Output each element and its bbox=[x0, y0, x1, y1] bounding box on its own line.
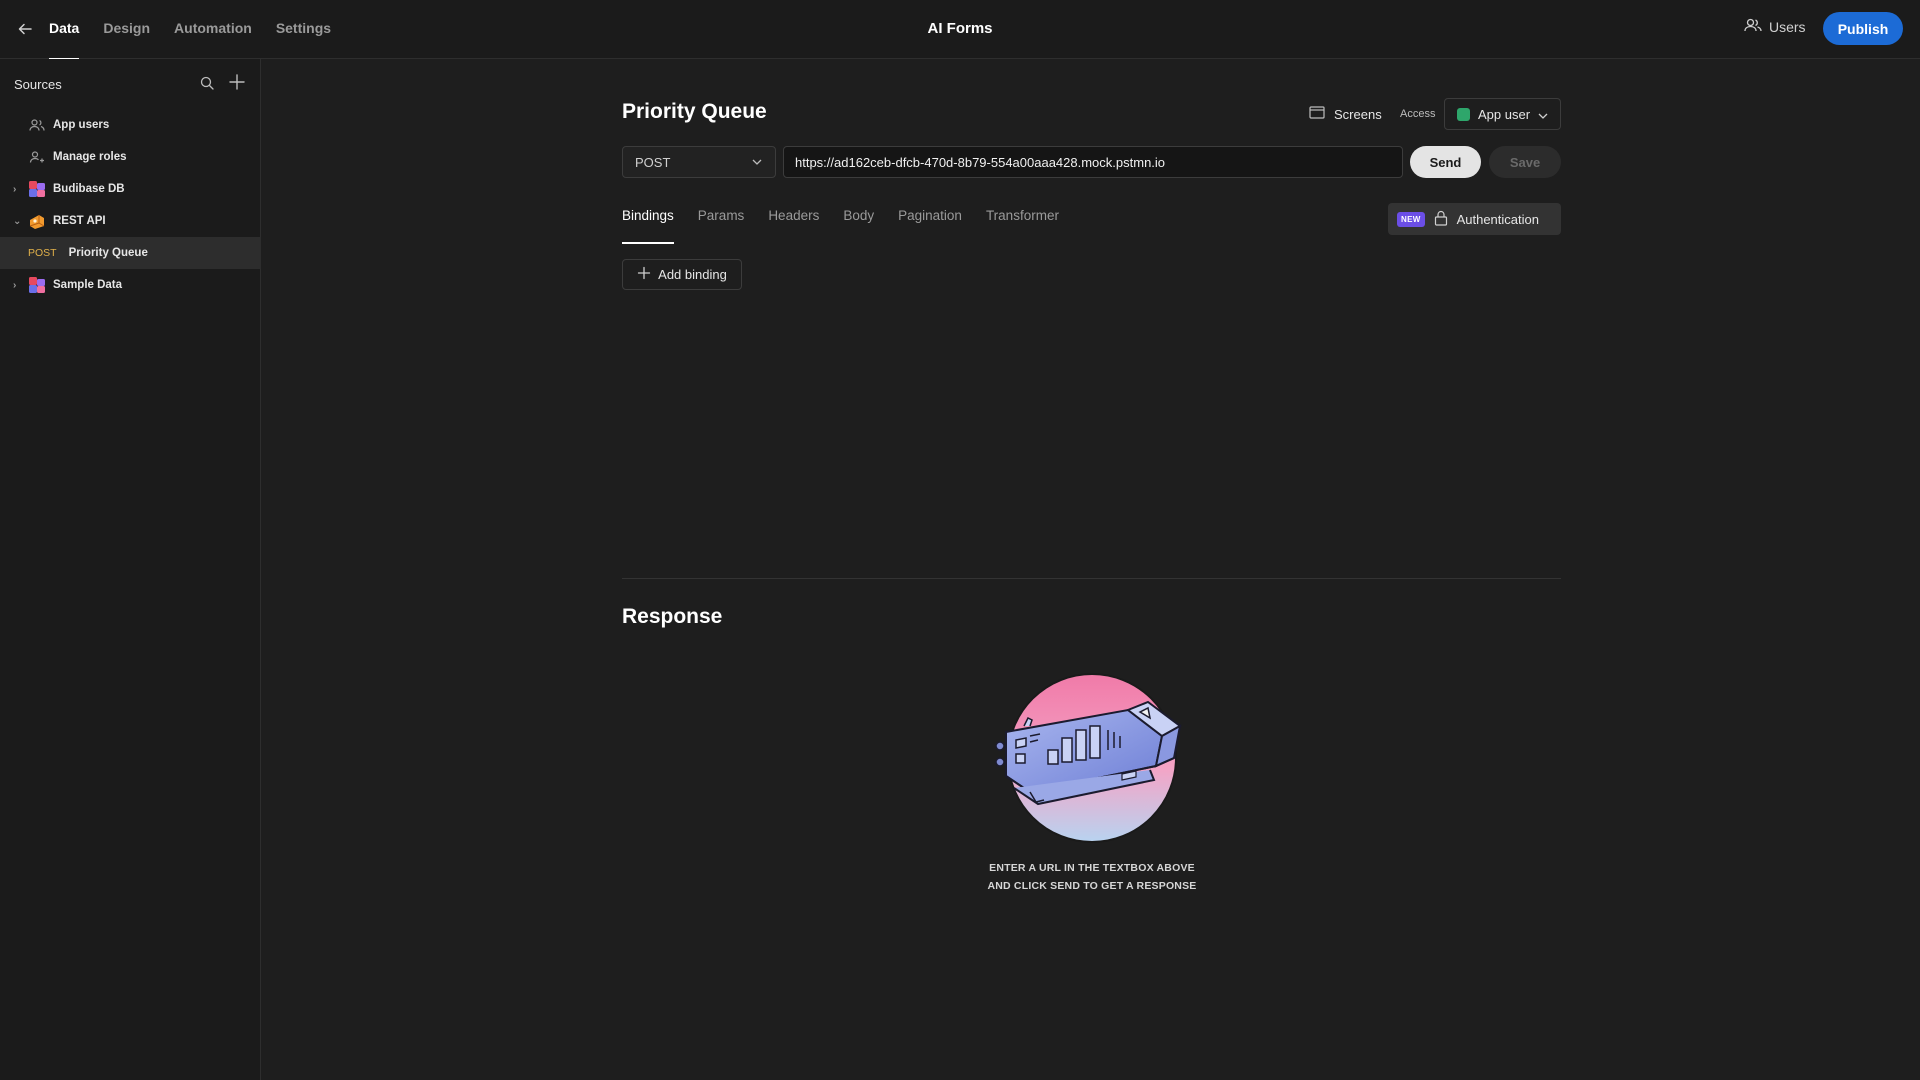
rest-api-icon bbox=[27, 212, 47, 230]
tab-transformer[interactable]: Transformer bbox=[986, 206, 1059, 244]
access-label: Access bbox=[1400, 108, 1436, 120]
tab-pagination[interactable]: Pagination bbox=[898, 206, 962, 244]
tab-design[interactable]: Design bbox=[103, 0, 150, 59]
sidebar-item-app-users[interactable]: App users bbox=[0, 109, 261, 141]
tab-params[interactable]: Params bbox=[698, 206, 745, 244]
chevron-down-icon bbox=[751, 156, 763, 171]
chevron-right-icon[interactable]: › bbox=[13, 184, 27, 195]
empty-response-line-1: ENTER A URL IN THE TEXTBOX ABOVE bbox=[989, 862, 1195, 874]
top-bar: Data Design Automation Settings AI Forms… bbox=[0, 0, 1920, 60]
sidebar-header: Sources bbox=[14, 77, 62, 92]
sidebar-item-rest-api[interactable]: ⌄ REST API bbox=[0, 205, 261, 237]
send-button[interactable]: Send bbox=[1410, 146, 1481, 178]
empty-response-message: ENTER A URL IN THE TEXTBOX ABOVE AND CLI… bbox=[892, 859, 1292, 895]
chevron-right-icon[interactable]: › bbox=[13, 280, 27, 291]
page-title: Priority Queue bbox=[622, 100, 767, 123]
tab-data[interactable]: Data bbox=[49, 0, 80, 60]
screens-label: Screens bbox=[1334, 106, 1382, 122]
screens-button[interactable]: Screens bbox=[1309, 106, 1382, 122]
role-color-swatch bbox=[1457, 107, 1470, 121]
add-binding-button[interactable]: Add binding bbox=[622, 259, 742, 290]
authentication-label: Authentication bbox=[1456, 211, 1539, 227]
query-tabs: Bindings Params Headers Body Pagination … bbox=[622, 206, 1059, 244]
tab-automation[interactable]: Automation bbox=[174, 0, 252, 59]
users-icon bbox=[27, 116, 47, 134]
users-label: Users bbox=[1769, 18, 1806, 35]
sources-tree: App users Manage roles › Budibase DB ⌄ R… bbox=[0, 109, 261, 301]
tab-bindings[interactable]: Bindings bbox=[622, 206, 674, 244]
search-icon[interactable] bbox=[199, 75, 215, 91]
plus-icon bbox=[637, 266, 651, 283]
access-role-select[interactable]: App user bbox=[1444, 98, 1561, 130]
tab-settings[interactable]: Settings bbox=[276, 0, 331, 59]
empty-response-line-2: AND CLICK SEND TO GET A RESPONSE bbox=[987, 880, 1197, 892]
spaceship-illustration bbox=[990, 666, 1200, 846]
users-icon bbox=[1744, 18, 1762, 35]
authentication-button[interactable]: NEW Authentication bbox=[1388, 203, 1561, 235]
section-divider bbox=[622, 578, 1561, 579]
method-tag: POST bbox=[28, 247, 57, 259]
back-arrow-icon[interactable] bbox=[14, 18, 36, 40]
add-binding-label: Add binding bbox=[658, 267, 727, 282]
sidebar-item-label: Manage roles bbox=[53, 151, 127, 163]
add-source-icon[interactable] bbox=[228, 73, 246, 91]
sidebar-item-priority-queue[interactable]: POST Priority Queue bbox=[0, 237, 261, 269]
publish-button[interactable]: Publish bbox=[1823, 12, 1903, 45]
chevron-down-icon bbox=[1538, 107, 1548, 122]
lock-icon bbox=[1434, 210, 1448, 229]
sidebar-item-label: Budibase DB bbox=[53, 183, 125, 195]
url-input[interactable] bbox=[783, 146, 1403, 178]
budibase-db-icon bbox=[27, 276, 47, 294]
save-button[interactable]: Save bbox=[1489, 146, 1561, 178]
budibase-db-icon bbox=[27, 180, 47, 198]
chevron-down-icon[interactable]: ⌄ bbox=[13, 216, 27, 227]
new-badge: NEW bbox=[1397, 211, 1425, 227]
response-title: Response bbox=[622, 605, 723, 628]
sidebar-item-manage-roles[interactable]: Manage roles bbox=[0, 141, 261, 173]
sidebar-item-label: Sample Data bbox=[53, 279, 123, 291]
sidebar-item-label: App users bbox=[53, 119, 110, 131]
sidebar-item-sample-data[interactable]: › Sample Data bbox=[0, 269, 261, 301]
sources-sidebar: Sources App users Manage roles › Budibas… bbox=[0, 59, 261, 1080]
tab-headers[interactable]: Headers bbox=[768, 206, 819, 244]
http-method-value: POST bbox=[635, 154, 671, 170]
user-roles-icon bbox=[27, 148, 47, 166]
access-role-value: App user bbox=[1478, 106, 1531, 122]
sidebar-item-budibase-db[interactable]: › Budibase DB bbox=[0, 173, 261, 205]
query-editor: Priority Queue Screens Access App user P… bbox=[262, 60, 1920, 1080]
screen-icon bbox=[1309, 106, 1325, 122]
top-nav: Data Design Automation Settings bbox=[49, 0, 331, 60]
tab-body[interactable]: Body bbox=[843, 206, 874, 244]
users-button[interactable]: Users bbox=[1744, 18, 1806, 35]
sidebar-item-label: REST API bbox=[53, 215, 106, 227]
sidebar-item-label: Priority Queue bbox=[68, 247, 148, 259]
http-method-select[interactable]: POST bbox=[622, 146, 776, 178]
